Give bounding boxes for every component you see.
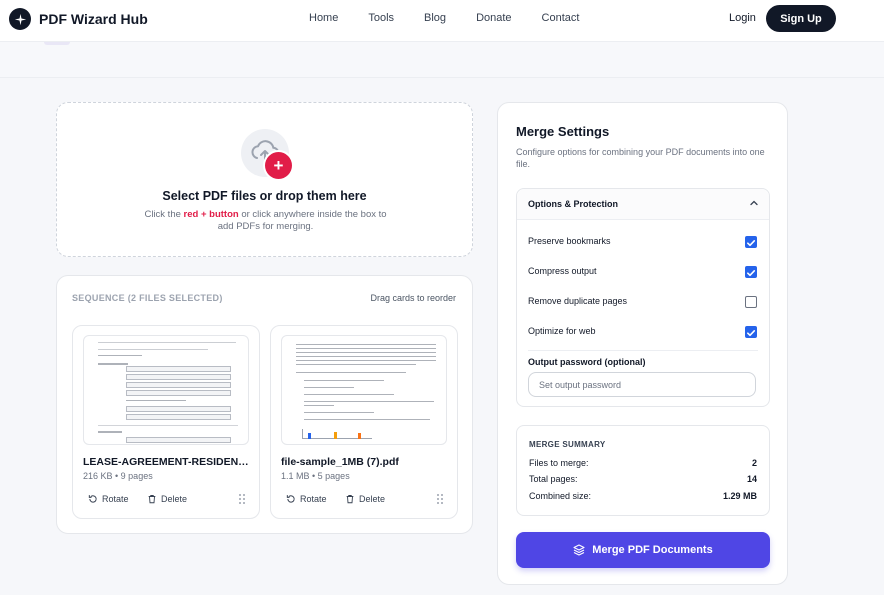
file-meta: 1.1 MB • 5 pages [281,471,350,481]
nav-donate[interactable]: Donate [476,12,511,24]
chevron-up-icon [750,200,758,206]
file-name: LEASE-AGREEMENT-RESIDEN… [83,456,249,468]
dropzone-sub-before: Click the [144,209,184,220]
delete-button[interactable]: Delete [345,494,385,504]
file-thumbnail [83,335,249,445]
rotate-icon [88,495,97,503]
pdf-dropzone[interactable]: + Select PDF files or drop them here Cli… [56,102,473,257]
file-name: file-sample_1MB (7).pdf [281,456,399,468]
option-compress-output: Compress output [528,266,758,276]
rotate-label: Rotate [102,494,129,504]
option-preserve-bookmarks: Preserve bookmarks [528,236,758,246]
summary-row-files: Files to merge: 2 [529,458,757,468]
file-card[interactable]: file-sample_1MB (7).pdf 1.1 MB • 5 pages… [270,325,458,519]
nav-blog[interactable]: Blog [424,12,446,24]
rotate-icon [286,495,295,503]
nav-home[interactable]: Home [309,12,338,24]
compress-output-checkbox[interactable] [745,266,757,278]
settings-description: Configure options for combining your PDF… [516,147,765,169]
summary-label: Total pages: [529,474,578,484]
merge-settings-panel: Merge Settings Configure options for com… [497,102,788,585]
file-card[interactable]: LEASE-AGREEMENT-RESIDEN… 216 KB • 9 page… [72,325,260,519]
dropzone-title: Select PDF files or drop them here [162,189,367,203]
option-optimize-web: Optimize for web [528,326,758,336]
sequence-title: SEQUENCE (2 FILES SELECTED) [72,293,223,303]
delete-button[interactable]: Delete [147,494,187,504]
remove-duplicates-checkbox[interactable] [745,296,757,308]
options-accordion-header[interactable]: Options & Protection [517,189,769,220]
signup-button[interactable]: Sign Up [766,5,836,32]
summary-value: 2 [751,458,757,468]
option-remove-duplicates: Remove duplicate pages [528,296,758,306]
hero-strip [0,42,884,78]
file-meta: 216 KB • 9 pages [83,471,153,481]
option-label: Compress output [528,266,597,276]
brand-name: PDF Wizard Hub [39,11,148,27]
brand-logo[interactable]: PDF Wizard Hub [9,8,148,30]
summary-row-size: Combined size: 1.29 MB [529,491,757,501]
merge-pdf-button[interactable]: Merge PDF Documents [516,532,770,568]
preserve-bookmarks-checkbox[interactable] [745,236,757,248]
layers-icon [573,544,585,556]
top-navbar: PDF Wizard Hub Home Tools Blog Donate Co… [0,0,884,42]
option-label: Preserve bookmarks [528,236,611,246]
hero-ghost-badge [44,42,70,45]
nav-tools[interactable]: Tools [368,12,394,24]
file-sequence-panel: SEQUENCE (2 FILES SELECTED) Drag cards t… [56,275,473,534]
trash-icon [346,495,354,504]
option-label: Remove duplicate pages [528,296,628,306]
options-accordion: Options & Protection Preserve bookmarks … [516,188,770,407]
output-password-input[interactable] [528,372,756,397]
rotate-button[interactable]: Rotate [88,494,129,504]
summary-value: 1.29 MB [722,491,757,501]
login-link[interactable]: Login [729,12,756,24]
merge-summary: MERGE SUMMARY Files to merge: 2 Total pa… [516,425,770,516]
dropzone-sub-after: or click anywhere inside the box to add … [217,209,387,232]
summary-title: MERGE SUMMARY [529,440,606,449]
option-label: Optimize for web [528,326,596,336]
main-nav: Home Tools Blog Donate Contact [309,12,609,24]
merge-button-label: Merge PDF Documents [592,544,713,556]
summary-label: Combined size: [529,491,592,501]
file-thumbnail [281,335,447,445]
summary-label: Files to merge: [529,458,589,468]
drag-handle-icon[interactable] [238,493,246,505]
summary-value: 14 [746,474,757,484]
nav-contact[interactable]: Contact [542,12,580,24]
delete-label: Delete [161,494,188,504]
trash-icon [148,495,156,504]
sequence-hint: Drag cards to reorder [370,293,456,303]
dropzone-subtext: Click the red + button or click anywhere… [137,209,394,233]
rotate-button[interactable]: Rotate [286,494,327,504]
settings-title: Merge Settings [516,124,610,139]
rotate-label: Rotate [300,494,327,504]
add-pdf-plus-button[interactable]: + [265,152,292,179]
options-section-title: Options & Protection [528,199,618,209]
password-label: Output password (optional) [528,357,646,367]
divider [528,350,758,351]
summary-row-pages: Total pages: 14 [529,474,757,484]
optimize-web-checkbox[interactable] [745,326,757,338]
drag-handle-icon[interactable] [436,493,444,505]
wizard-sparkle-icon [9,8,31,30]
dropzone-sub-red: red + button [183,209,239,220]
delete-label: Delete [359,494,386,504]
